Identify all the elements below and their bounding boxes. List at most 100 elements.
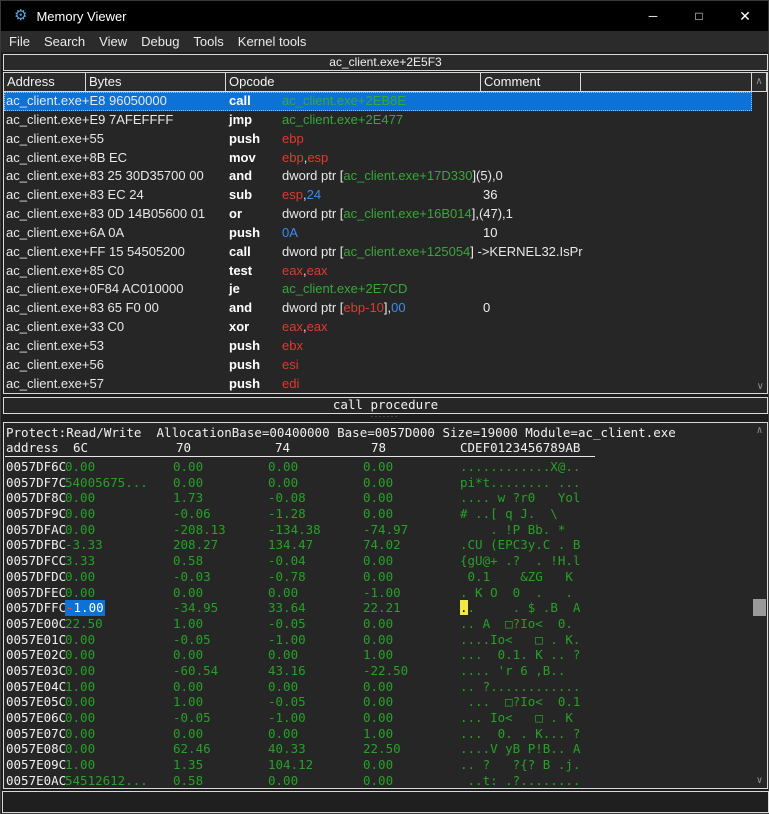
memory-value[interactable]: 1.00 <box>173 694 203 710</box>
memory-value[interactable]: -60.54 <box>173 663 218 679</box>
menu-item-tools[interactable]: Tools <box>186 31 230 52</box>
memory-value[interactable]: 0.00 <box>363 506 393 522</box>
memory-value[interactable]: 0.00 <box>363 757 393 773</box>
memory-row[interactable]: 0057E0AC54512612...0.580.000.00 ..t: .?.… <box>4 773 752 788</box>
memory-value[interactable]: 33.64 <box>268 600 306 616</box>
minimize-button[interactable]: ─ <box>630 1 676 31</box>
memory-value[interactable]: 0.00 <box>363 694 393 710</box>
memory-value[interactable]: -1.00 <box>268 710 306 726</box>
memory-value[interactable]: 40.33 <box>268 741 306 757</box>
disasm-scroll-down[interactable]: ∨ <box>757 381 764 392</box>
memory-value[interactable]: 54005675... <box>65 475 148 491</box>
memory-row[interactable]: 0057DF7C54005675...0.000.000.00pi*t.....… <box>4 475 752 491</box>
memory-value[interactable]: -0.06 <box>173 506 211 522</box>
panel-splitter[interactable]: ······· <box>1 412 768 421</box>
memory-value[interactable]: 0.00 <box>268 773 298 788</box>
memory-value-selected[interactable]: -1.00 <box>65 600 105 616</box>
memory-value[interactable]: -34.95 <box>173 600 218 616</box>
memory-value[interactable]: 0.00 <box>65 710 95 726</box>
menu-item-view[interactable]: View <box>92 31 134 52</box>
memory-row[interactable]: 0057E00C22.501.00-0.050.00.. A □?Io< 0. <box>4 616 752 632</box>
memory-value[interactable]: 1.00 <box>363 647 393 663</box>
memory-value[interactable]: 0.00 <box>65 522 95 538</box>
memory-value[interactable]: 104.12 <box>268 757 313 773</box>
memory-value[interactable]: 0.00 <box>173 459 203 475</box>
maximize-button[interactable]: □ <box>676 1 722 31</box>
memory-value[interactable]: 0.00 <box>268 647 298 663</box>
memory-value[interactable]: 0.00 <box>65 663 95 679</box>
memory-value[interactable]: -0.05 <box>173 632 211 648</box>
memory-value[interactable]: 0.00 <box>65 694 95 710</box>
memory-value[interactable]: 1.00 <box>65 679 95 695</box>
memory-value[interactable]: 0.00 <box>173 726 203 742</box>
memory-row[interactable]: 0057E01C0.00-0.05-1.000.00....Io< □ . K. <box>4 632 752 648</box>
disasm-row[interactable]: ac_client.exe+33 C0xoreax,eax <box>4 318 752 337</box>
disasm-row[interactable]: ac_client.exe+83 0D 14B05600 01ordword p… <box>4 205 752 224</box>
memory-value[interactable]: 0.00 <box>363 679 393 695</box>
memory-value[interactable]: -134.38 <box>268 522 321 538</box>
memory-value[interactable]: 1.00 <box>363 726 393 742</box>
memory-value[interactable]: 0.00 <box>65 741 95 757</box>
disasm-row[interactable]: ac_client.exe+85 C0testeax,eax <box>4 262 752 281</box>
memory-value[interactable]: 0.00 <box>363 569 393 585</box>
memory-value[interactable]: 0.00 <box>173 647 203 663</box>
memory-value[interactable]: 0.00 <box>65 459 95 475</box>
memory-row[interactable]: 0057E07C0.000.000.001.00... 0. . K... ? <box>4 726 752 742</box>
disasm-row[interactable]: ac_client.exe+56pushesi <box>4 356 752 375</box>
memory-value[interactable]: 22.21 <box>363 600 401 616</box>
memory-value[interactable]: 0.00 <box>363 773 393 788</box>
memory-row[interactable]: 0057E08C0.0062.4640.3322.50....V yB P!B.… <box>4 741 752 757</box>
memory-value[interactable]: 3.33 <box>65 553 95 569</box>
scroll-down-icon[interactable]: ∨ <box>752 775 767 786</box>
memory-value[interactable]: 0.00 <box>363 459 393 475</box>
memory-value[interactable]: 0.58 <box>173 553 203 569</box>
memory-value[interactable]: 1.73 <box>173 490 203 506</box>
menu-item-search[interactable]: Search <box>37 31 92 52</box>
disasm-row[interactable]: ac_client.exe+8B ECmovebp,esp <box>4 149 752 168</box>
memory-value[interactable]: 0.00 <box>65 585 95 601</box>
memory-value[interactable]: 0.00 <box>173 679 203 695</box>
column-header-comment[interactable]: Comment <box>481 73 581 92</box>
memory-value[interactable]: 0.00 <box>173 475 203 491</box>
memory-value[interactable]: 0.00 <box>363 553 393 569</box>
memory-value[interactable]: 0.00 <box>363 632 393 648</box>
memory-row[interactable]: 0057E03C0.00-60.5443.16-22.50.... 'r 6 ,… <box>4 663 752 679</box>
memory-value[interactable]: 0.00 <box>65 647 95 663</box>
memory-value[interactable]: 1.00 <box>65 757 95 773</box>
memory-value[interactable]: 208.27 <box>173 537 218 553</box>
memory-value[interactable]: -1.28 <box>268 506 306 522</box>
disasm-row[interactable]: ac_client.exe+83 65 F0 00anddword ptr [e… <box>4 299 752 318</box>
memory-value[interactable]: 0.00 <box>363 616 393 632</box>
disasm-row[interactable]: ac_client.exe+83 EC 24subesp,2436 <box>4 186 752 205</box>
memory-value[interactable]: 62.46 <box>173 741 211 757</box>
memory-value[interactable]: 0.00 <box>268 679 298 695</box>
disasm-row[interactable]: ac_client.exe+0F84 AC010000jeac_client.e… <box>4 280 752 299</box>
menu-item-file[interactable]: File <box>2 31 37 52</box>
memory-row[interactable]: 0057DFAC0.00-208.13-134.38-74.97 . !P Bb… <box>4 522 752 538</box>
memory-row[interactable]: 0057DF8C0.001.73-0.080.00.... w ?r0 Yol <box>4 490 752 506</box>
memory-value[interactable]: -208.13 <box>173 522 226 538</box>
memory-value[interactable]: 54512612... <box>65 773 148 788</box>
memory-value[interactable]: 22.50 <box>363 741 401 757</box>
memory-row[interactable]: 0057DFBC-3.33208.27134.4774.02.CU (EPC3y… <box>4 537 752 553</box>
memory-value[interactable]: -3.33 <box>65 537 103 553</box>
disasm-row[interactable]: ac_client.exe+E9 7AFEFFFFjmpac_client.ex… <box>4 111 752 130</box>
memory-row[interactable]: 0057DF6C0.000.000.000.00............X@.. <box>4 459 752 475</box>
memory-value[interactable]: 43.16 <box>268 663 306 679</box>
memory-row[interactable]: 0057DFCC3.330.58-0.040.00{gU@+ .? . !H.l <box>4 553 752 569</box>
memory-value[interactable]: -0.05 <box>268 616 306 632</box>
menu-item-kernel-tools[interactable]: Kernel tools <box>231 31 314 52</box>
memory-value[interactable]: 0.00 <box>268 459 298 475</box>
memory-value[interactable]: 0.00 <box>363 490 393 506</box>
memory-value[interactable]: 0.58 <box>173 773 203 788</box>
memory-value[interactable]: 1.35 <box>173 757 203 773</box>
memory-value[interactable]: -0.05 <box>173 710 211 726</box>
memory-row[interactable]: 0057E06C0.00-0.05-1.000.00... Io< □ . K <box>4 710 752 726</box>
column-header-opcode[interactable]: Opcode <box>226 73 481 92</box>
memory-row[interactable]: 0057E04C1.000.000.000.00.. ?............ <box>4 679 752 695</box>
disasm-scroll-up[interactable]: ∧ <box>752 73 767 92</box>
scrollbar-thumb[interactable] <box>753 599 766 616</box>
memory-value[interactable]: -22.50 <box>363 663 408 679</box>
memory-value[interactable]: 1.00 <box>173 616 203 632</box>
memory-value[interactable]: 22.50 <box>65 616 103 632</box>
